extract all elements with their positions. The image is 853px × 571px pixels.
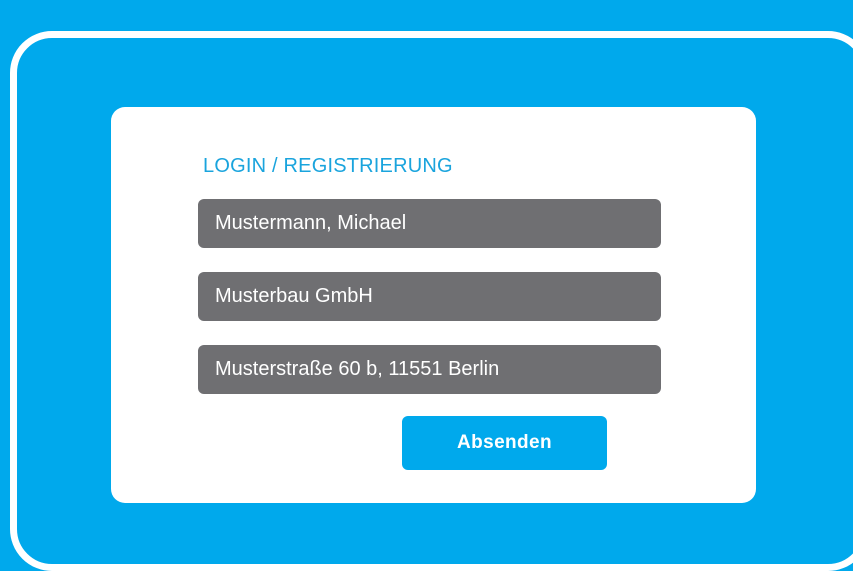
address-field[interactable]: Musterstraße 60 b, 11551 Berlin <box>198 345 661 394</box>
form-heading: LOGIN / REGISTRIERUNG <box>203 155 453 177</box>
name-field[interactable]: Mustermann, Michael <box>198 199 661 248</box>
login-card: LOGIN / REGISTRIERUNG Mustermann, Michae… <box>111 107 756 503</box>
company-field[interactable]: Musterbau GmbH <box>198 272 661 321</box>
submit-button[interactable]: Absenden <box>402 416 607 470</box>
